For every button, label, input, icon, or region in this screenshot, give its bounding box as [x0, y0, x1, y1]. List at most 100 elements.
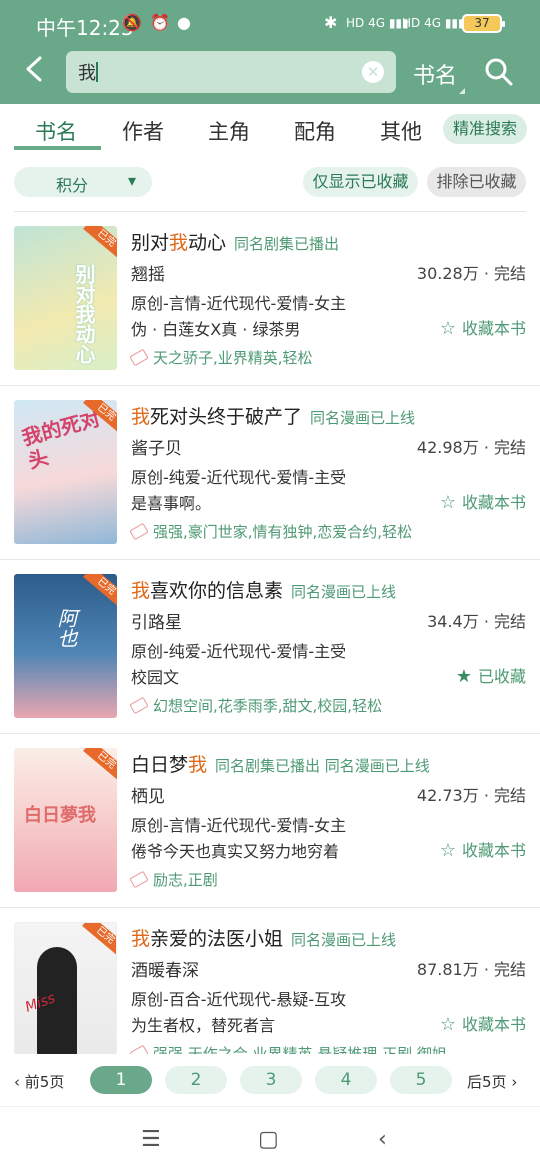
favorite-button[interactable]: ☆ 收藏本书: [440, 489, 526, 513]
book-cover[interactable]: 白日夢我 已完: [14, 748, 117, 892]
battery-icon: 37: [462, 14, 505, 33]
page-button[interactable]: 3: [240, 1066, 302, 1094]
back-arrow-icon[interactable]: [22, 55, 46, 83]
list-item[interactable]: 阿也 已完 我喜欢你的信息素 同名漫画已上线 引路星 34.4万 · 完结 原创-…: [0, 560, 540, 734]
author-name[interactable]: 栖见: [131, 782, 165, 807]
star-filled-icon: ★: [455, 666, 472, 687]
category: 原创-言情-近代现代-爱情-女主: [131, 294, 347, 313]
book-cover[interactable]: Miss 已完: [14, 922, 117, 1054]
hd-signal-icon: HD 4G ▮▮▮: [346, 16, 409, 30]
book-title[interactable]: 我亲爱的法医小姐 同名漫画已上线: [131, 924, 396, 951]
page-button[interactable]: 4: [315, 1066, 377, 1094]
author-name[interactable]: 引路星: [131, 608, 182, 633]
list-item[interactable]: 白日夢我 已完 白日梦我 同名剧集已播出 同名漫画已上线 栖见 42.73万 · …: [0, 734, 540, 908]
category: 原创-言情-近代现代-爱情-女主: [131, 816, 347, 835]
tag-list: 励志,正剧: [129, 869, 218, 890]
menu-icon[interactable]: ☰: [141, 1127, 161, 1152]
page-button[interactable]: 2: [165, 1066, 227, 1094]
completed-ribbon: 已完: [82, 923, 116, 957]
adaptation-badge: 同名剧集已播出: [234, 235, 340, 253]
page-button-current[interactable]: 1: [90, 1066, 152, 1094]
book-cover[interactable]: 我的死对头 已完: [14, 400, 117, 544]
tab-protagonist[interactable]: 主角: [208, 116, 250, 146]
completed-ribbon: 已完: [83, 226, 117, 260]
search-input[interactable]: [78, 58, 348, 86]
description: 是喜事啊。: [131, 494, 212, 513]
prev-5-pages-button[interactable]: ‹ 前5页: [14, 1071, 64, 1092]
author-name[interactable]: 翘摇: [131, 260, 165, 285]
tab-book-name[interactable]: 书名: [35, 116, 77, 146]
star-outline-icon: ☆: [439, 840, 456, 861]
category: 原创-纯爱-近代现代-爱情-主受: [131, 468, 347, 487]
cover-title: 阿也: [54, 608, 78, 648]
filter-bar: 积分 ▾ 仅显示已收藏 排除已收藏: [0, 160, 540, 204]
alarm-icon: ⏰: [150, 13, 170, 32]
favorite-button[interactable]: ☆ 收藏本书: [440, 1011, 526, 1035]
clear-icon[interactable]: ✕: [362, 61, 384, 83]
status-time: 中午12:23: [36, 16, 134, 40]
next-5-pages-button[interactable]: 后5页 ›: [467, 1071, 517, 1092]
hd-signal-icon-2: HD 4G ▮▮▮: [402, 16, 465, 30]
bluetooth-icon: ✱: [324, 13, 338, 32]
description: 倦爷今天也真实又努力地穷着: [131, 842, 340, 861]
tag-icon: [129, 522, 149, 541]
tag-icon: [129, 348, 149, 367]
adaptation-badge: 同名漫画已上线: [310, 409, 416, 427]
home-icon[interactable]: ▢: [258, 1127, 279, 1152]
search-icon[interactable]: [484, 57, 514, 87]
word-count-status: 42.73万 · 完结: [416, 786, 526, 805]
author-name[interactable]: 酱子贝: [131, 434, 182, 459]
show-favorited-only-button[interactable]: 仅显示已收藏: [303, 167, 418, 197]
book-cover[interactable]: 别对我动心 已完: [14, 226, 117, 370]
author-name[interactable]: 酒暖春深: [131, 956, 199, 981]
tab-other[interactable]: 其他: [380, 116, 422, 146]
description: 为生者权，替死者言: [131, 1016, 276, 1035]
adaptation-badge: 同名漫画已上线: [291, 931, 397, 949]
tag-list: 强强,天作之合,业界精英,悬疑推理,正剧,御姐: [129, 1043, 447, 1054]
search-mode-dropdown[interactable]: 书名: [413, 58, 466, 94]
description: 校园文: [131, 668, 180, 687]
page-button[interactable]: 5: [390, 1066, 452, 1094]
list-item[interactable]: 别对我动心 已完 别对我动心 同名剧集已播出 翘摇 30.28万 · 完结 原创-…: [0, 212, 540, 386]
category: 原创-纯爱-近代现代-爱情-主受: [131, 642, 347, 661]
book-list: 别对我动心 已完 别对我动心 同名剧集已播出 翘摇 30.28万 · 完结 原创-…: [0, 212, 540, 1054]
star-outline-icon: ☆: [439, 1014, 456, 1035]
star-outline-icon: ☆: [439, 492, 456, 513]
word-count-status: 30.28万 · 完结: [416, 264, 526, 283]
book-title[interactable]: 我死对头终于破产了 同名漫画已上线: [131, 402, 415, 429]
tag-list: 强强,豪门世家,情有独钟,恋爱合约,轻松: [129, 521, 412, 542]
tab-supporting[interactable]: 配角: [294, 116, 336, 146]
book-title[interactable]: 我喜欢你的信息素 同名漫画已上线: [131, 576, 396, 603]
tab-author[interactable]: 作者: [122, 116, 164, 146]
book-title[interactable]: 别对我动心 同名剧集已播出: [131, 228, 339, 255]
sort-label: 积分: [56, 176, 89, 195]
category: 原创-百合-近代现代-悬疑-互攻: [131, 990, 347, 1009]
tag-list: 天之骄子,业界精英,轻松: [129, 347, 313, 368]
favorite-button[interactable]: ☆ 收藏本书: [440, 315, 526, 339]
cover-title: 白日夢我: [24, 805, 96, 826]
list-item[interactable]: 我的死对头 已完 我死对头终于破产了 同名漫画已上线 酱子贝 42.98万 · 完…: [0, 386, 540, 560]
mute-icon: 🔕: [122, 13, 142, 32]
word-count-status: 42.98万 · 完结: [416, 438, 526, 457]
sort-dropdown[interactable]: 积分 ▾: [14, 167, 152, 197]
precise-search-button[interactable]: 精准搜索: [443, 114, 527, 144]
system-nav-bar: ☰ ▢ ‹: [0, 1106, 540, 1170]
star-outline-icon: ☆: [439, 318, 456, 339]
book-cover[interactable]: 阿也 已完: [14, 574, 117, 718]
active-tab-indicator: [14, 146, 101, 150]
back-icon[interactable]: ‹: [378, 1127, 387, 1152]
chevron-down-icon: ▾: [128, 171, 137, 190]
exclude-favorited-button[interactable]: 排除已收藏: [427, 167, 526, 197]
tag-list: 幻想空间,花季雨季,甜文,校园,轻松: [129, 695, 382, 716]
cover-title: 别对我动心: [72, 264, 96, 364]
text-caret: [96, 62, 98, 82]
book-title[interactable]: 白日梦我 同名剧集已播出 同名漫画已上线: [131, 750, 430, 777]
favorite-button[interactable]: ☆ 收藏本书: [440, 837, 526, 861]
list-item[interactable]: Miss 已完 我亲爱的法医小姐 同名漫画已上线 酒暖春深 87.81万 · 完结…: [0, 908, 540, 1054]
favorited-button[interactable]: ★ 已收藏: [456, 663, 526, 687]
adaptation-badge: 同名剧集已播出 同名漫画已上线: [215, 757, 430, 775]
completed-ribbon: 已完: [83, 748, 117, 782]
adaptation-badge: 同名漫画已上线: [291, 583, 397, 601]
search-box[interactable]: ✕: [66, 51, 396, 93]
header-bar: 中午12:23 🔕 ⏰ ● ✱ HD 4G ▮▮▮ HD 4G ▮▮▮ 37 ✕…: [0, 0, 540, 104]
